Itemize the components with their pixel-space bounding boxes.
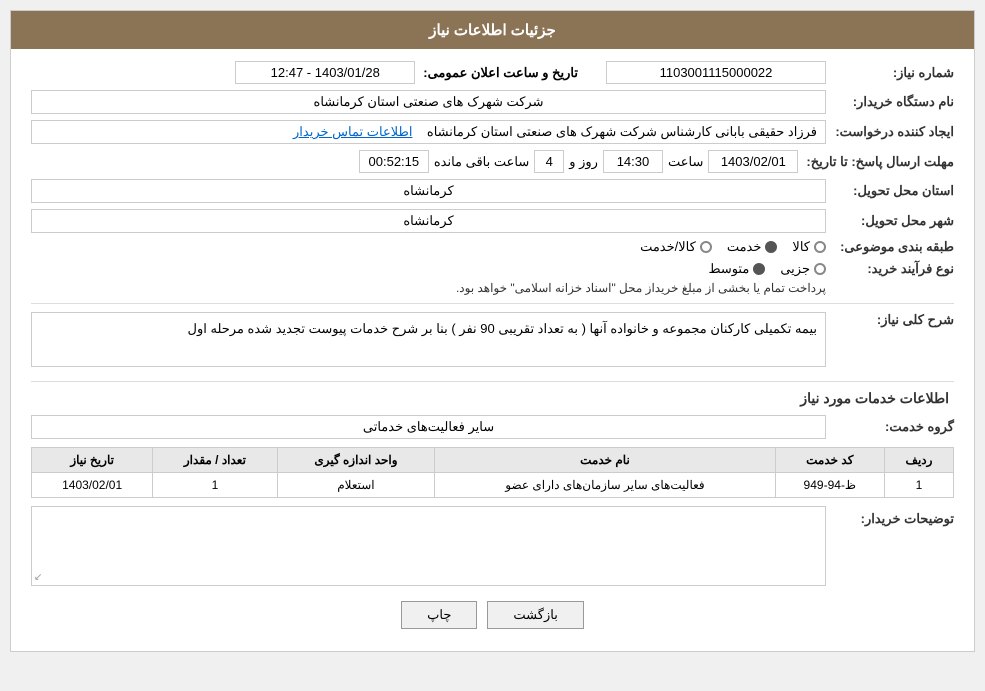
creator-text: فرزاد حقیقی بابانی کارشناس شرکت شهرک های… bbox=[427, 124, 817, 139]
content-area: شماره نیاز: 1103001115000022 تاریخ و ساع… bbox=[11, 49, 974, 651]
deadline-date: 1403/02/01 bbox=[708, 150, 798, 173]
table-cell: 1403/02/01 bbox=[32, 473, 153, 498]
services-section-title: اطلاعات خدمات مورد نیاز bbox=[31, 390, 954, 407]
divider-2 bbox=[31, 381, 954, 382]
creator-value: فرزاد حقیقی بابانی کارشناس شرکت شهرک های… bbox=[31, 120, 826, 144]
process-row: نوع فرآیند خرید: جزیی متوسط پرداخت تمام … bbox=[31, 261, 954, 295]
category-options: کالا خدمت کالا/خدمت bbox=[640, 239, 826, 255]
announce-label: تاریخ و ساعت اعلان عمومی: bbox=[423, 65, 578, 81]
province-value: کرمانشاه bbox=[31, 179, 826, 203]
table-cell: 1 bbox=[884, 473, 953, 498]
deadline-days-label: روز و bbox=[569, 154, 598, 170]
col-header-quantity: تعداد / مقدار bbox=[153, 448, 277, 473]
table-row: 1ظ-94-949فعالیت‌های سایر سازمان‌های دارا… bbox=[32, 473, 954, 498]
table-header-row: ردیف کد خدمت نام خدمت واحد اندازه گیری ت… bbox=[32, 448, 954, 473]
description-label: شرح کلی نیاز: bbox=[834, 312, 954, 328]
table-cell: ظ-94-949 bbox=[775, 473, 884, 498]
need-number-value: 1103001115000022 bbox=[606, 61, 826, 84]
category-label: طبقه بندی موضوعی: bbox=[834, 239, 954, 255]
need-number-label: شماره نیاز: bbox=[834, 65, 954, 81]
divider-1 bbox=[31, 303, 954, 304]
deadline-remaining: 00:52:15 bbox=[359, 150, 429, 173]
buyer-notes-row: توضیحات خریدار: ↙ bbox=[31, 506, 954, 586]
need-number-row: شماره نیاز: 1103001115000022 تاریخ و ساع… bbox=[31, 61, 954, 84]
col-header-row-num: ردیف bbox=[884, 448, 953, 473]
process-option-jozvi: جزیی bbox=[780, 261, 826, 277]
services-table: ردیف کد خدمت نام خدمت واحد اندازه گیری ت… bbox=[31, 447, 954, 498]
buttons-row: بازگشت چاپ bbox=[31, 601, 954, 629]
buyer-org-row: نام دستگاه خریدار: شرکت شهرک های صنعتی ا… bbox=[31, 90, 954, 114]
page-header: جزئیات اطلاعات نیاز bbox=[11, 11, 974, 49]
category-khedmat-label: خدمت bbox=[727, 239, 762, 255]
deadline-days: 4 bbox=[534, 150, 564, 173]
table-cell: استعلام bbox=[277, 473, 435, 498]
buyer-org-label: نام دستگاه خریدار: bbox=[834, 94, 954, 110]
city-value: کرمانشاه bbox=[31, 209, 826, 233]
city-row: شهر محل تحویل: کرمانشاه bbox=[31, 209, 954, 233]
announce-value: 1403/01/28 - 12:47 bbox=[235, 61, 415, 84]
contact-link[interactable]: اطلاعات تماس خریدار bbox=[293, 124, 412, 139]
category-option-kala: کالا bbox=[792, 239, 826, 255]
service-group-row: گروه خدمت: سایر فعالیت‌های خدماتی bbox=[31, 415, 954, 439]
category-kala-label: کالا bbox=[792, 239, 810, 255]
page-wrapper: جزئیات اطلاعات نیاز شماره نیاز: 11030011… bbox=[0, 0, 985, 691]
back-button[interactable]: بازگشت bbox=[487, 601, 583, 629]
category-radio-kala[interactable] bbox=[814, 241, 826, 253]
main-container: جزئیات اطلاعات نیاز شماره نیاز: 11030011… bbox=[10, 10, 975, 652]
page-title: جزئیات اطلاعات نیاز bbox=[429, 22, 556, 39]
process-jozvi-label: جزیی bbox=[780, 261, 810, 277]
deadline-fields: 1403/02/01 ساعت 14:30 روز و 4 ساعت باقی … bbox=[31, 150, 798, 173]
resize-icon: ↙ bbox=[34, 572, 42, 583]
print-button[interactable]: چاپ bbox=[401, 601, 477, 629]
process-motovaset-label: متوسط bbox=[708, 261, 749, 277]
deadline-time-label: ساعت bbox=[668, 154, 703, 170]
deadline-row: مهلت ارسال پاسخ: تا تاریخ: 1403/02/01 سا… bbox=[31, 150, 954, 173]
category-row: طبقه بندی موضوعی: کالا خدمت کالا/خدمت bbox=[31, 239, 954, 255]
creator-label: ایجاد کننده درخواست: bbox=[834, 124, 954, 140]
service-group-label: گروه خدمت: bbox=[834, 419, 954, 435]
category-option-kala-khedmat: کالا/خدمت bbox=[640, 239, 712, 255]
service-group-value: سایر فعالیت‌های خدماتی bbox=[31, 415, 826, 439]
table-cell: 1 bbox=[153, 473, 277, 498]
description-row: شرح کلی نیاز: بیمه تکمیلی کارکنان مجموعه… bbox=[31, 312, 954, 373]
process-label: نوع فرآیند خرید: bbox=[834, 261, 954, 277]
col-header-unit: واحد اندازه گیری bbox=[277, 448, 435, 473]
process-options: جزیی متوسط bbox=[456, 261, 826, 277]
process-option-motovaset: متوسط bbox=[708, 261, 765, 277]
deadline-remaining-label: ساعت باقی مانده bbox=[434, 154, 529, 170]
category-radio-khedmat[interactable] bbox=[765, 241, 777, 253]
process-note: پرداخت تمام یا بخشی از مبلغ خریداز محل "… bbox=[456, 281, 826, 295]
creator-row: ایجاد کننده درخواست: فرزاد حقیقی بابانی … bbox=[31, 120, 954, 144]
process-radio-jozvi[interactable] bbox=[814, 263, 826, 275]
province-row: استان محل تحویل: کرمانشاه bbox=[31, 179, 954, 203]
province-label: استان محل تحویل: bbox=[834, 183, 954, 199]
col-header-service-name: نام خدمت bbox=[435, 448, 775, 473]
process-radio-motovaset[interactable] bbox=[753, 263, 765, 275]
buyer-notes-box: ↙ bbox=[31, 506, 826, 586]
services-table-container: ردیف کد خدمت نام خدمت واحد اندازه گیری ت… bbox=[31, 447, 954, 498]
category-option-khedmat: خدمت bbox=[727, 239, 778, 255]
deadline-label: مهلت ارسال پاسخ: تا تاریخ: bbox=[806, 154, 954, 170]
category-radio-kala-khedmat[interactable] bbox=[700, 241, 712, 253]
city-label: شهر محل تحویل: bbox=[834, 213, 954, 229]
buyer-notes-label: توضیحات خریدار: bbox=[834, 506, 954, 527]
table-cell: فعالیت‌های سایر سازمان‌های دارای عضو bbox=[435, 473, 775, 498]
description-value: بیمه تکمیلی کارکنان مجموعه و خانواده آنه… bbox=[31, 312, 826, 367]
category-kala-khedmat-label: کالا/خدمت bbox=[640, 239, 696, 255]
buyer-org-value: شرکت شهرک های صنعتی استان کرمانشاه bbox=[31, 90, 826, 114]
col-header-date: تاریخ نیاز bbox=[32, 448, 153, 473]
col-header-service-code: کد خدمت bbox=[775, 448, 884, 473]
deadline-time: 14:30 bbox=[603, 150, 663, 173]
